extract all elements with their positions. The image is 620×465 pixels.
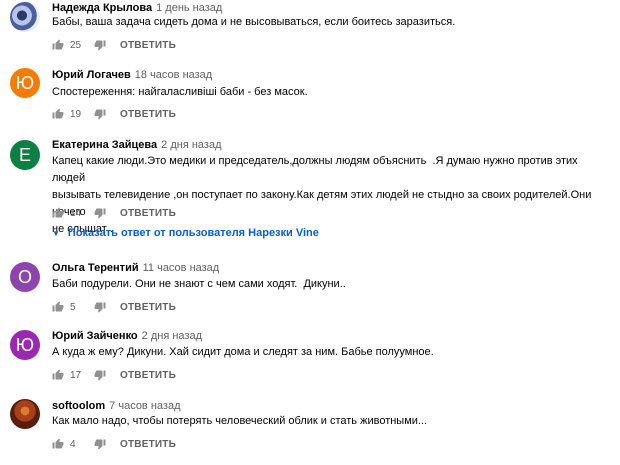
like-count: 5 — [70, 301, 76, 313]
like-count: 4 — [70, 438, 76, 450]
comment-time[interactable]: 2 дня назад — [142, 330, 202, 342]
like-icon[interactable] — [52, 108, 64, 120]
like-icon[interactable] — [52, 438, 64, 450]
avatar[interactable] — [10, 2, 40, 32]
reply-button[interactable]: ОТВЕТИТЬ — [120, 208, 176, 219]
dislike-icon[interactable] — [94, 438, 106, 450]
show-replies-button[interactable]: ▼ Показать ответ от пользователя Нарезки… — [52, 227, 319, 239]
avatar[interactable]: Ю — [10, 330, 40, 360]
comment-actions: 17 ОТВЕТИТЬ — [52, 367, 176, 383]
chevron-down-icon: ▼ — [52, 228, 60, 238]
show-replies-label: Показать ответ от пользователя Нарезки V… — [67, 227, 319, 239]
comment-time[interactable]: 2 дня назад — [161, 139, 221, 151]
dislike-icon[interactable] — [94, 301, 106, 313]
comment-actions: 5 ОТВЕТИТЬ — [52, 299, 176, 315]
comment-text: Капец какие люди.Это медики и председате… — [52, 155, 592, 235]
like-count: 19 — [70, 108, 82, 120]
comment-actions: 14 ОТВЕТИТЬ — [52, 205, 176, 221]
avatar[interactable]: Ю — [10, 68, 40, 98]
comment-time[interactable]: 7 часов назад — [109, 400, 180, 412]
like-count: 17 — [70, 369, 82, 381]
dislike-icon[interactable] — [94, 207, 106, 219]
avatar[interactable]: Е — [10, 140, 40, 170]
dislike-icon[interactable] — [94, 369, 106, 381]
comment-text: Спостереження: найгаласливіші баби - без… — [52, 86, 308, 98]
like-icon[interactable] — [52, 301, 64, 313]
avatar[interactable] — [10, 399, 40, 429]
comment-text: Как мало надо, чтобы потерять человеческ… — [52, 415, 428, 427]
comment-text: А куда ж ему? Дикуни. Хай сидит дома и с… — [52, 346, 434, 358]
comment-author[interactable]: Екатерина Зайцева — [52, 139, 157, 151]
comment-author[interactable]: Надежда Крылова — [52, 2, 152, 14]
comment-author[interactable]: Юрий Логачев — [52, 69, 131, 81]
reply-button[interactable]: ОТВЕТИТЬ — [120, 40, 176, 51]
avatar[interactable]: О — [10, 262, 40, 292]
comment-text: Баби подурели. Они не знают с чем сами х… — [52, 278, 346, 290]
avatar-letter: О — [17, 267, 32, 287]
comment-author[interactable]: softoolom — [52, 400, 105, 412]
reply-button[interactable]: ОТВЕТИТЬ — [120, 302, 176, 313]
dislike-icon[interactable] — [94, 39, 106, 51]
comment-time[interactable]: 18 часов назад — [135, 69, 212, 81]
comment-text: Бабы, ваша задача сидеть дома и не высов… — [52, 16, 456, 28]
avatar-letter: Ю — [15, 335, 35, 355]
avatar-letter: Ю — [15, 73, 35, 93]
like-count: 25 — [70, 39, 82, 51]
like-icon[interactable] — [52, 369, 64, 381]
avatar-letter: Е — [18, 145, 31, 165]
comment-author[interactable]: Ольга Терентий — [52, 262, 139, 274]
reply-button[interactable]: ОТВЕТИТЬ — [120, 370, 176, 381]
comment-time[interactable]: 1 день назад — [156, 2, 222, 14]
like-icon[interactable] — [52, 207, 64, 219]
reply-button[interactable]: ОТВЕТИТЬ — [120, 439, 176, 450]
comment-actions: 4 ОТВЕТИТЬ — [52, 436, 176, 452]
comment-author[interactable]: Юрий Зайченко — [52, 330, 138, 342]
comment-actions: 25 ОТВЕТИТЬ — [52, 37, 176, 53]
like-icon[interactable] — [52, 39, 64, 51]
reply-button[interactable]: ОТВЕТИТЬ — [120, 109, 176, 120]
comment-time[interactable]: 11 часов назад — [143, 262, 220, 274]
comment-actions: 19 ОТВЕТИТЬ — [52, 106, 176, 122]
dislike-icon[interactable] — [94, 108, 106, 120]
like-count: 14 — [70, 207, 82, 219]
